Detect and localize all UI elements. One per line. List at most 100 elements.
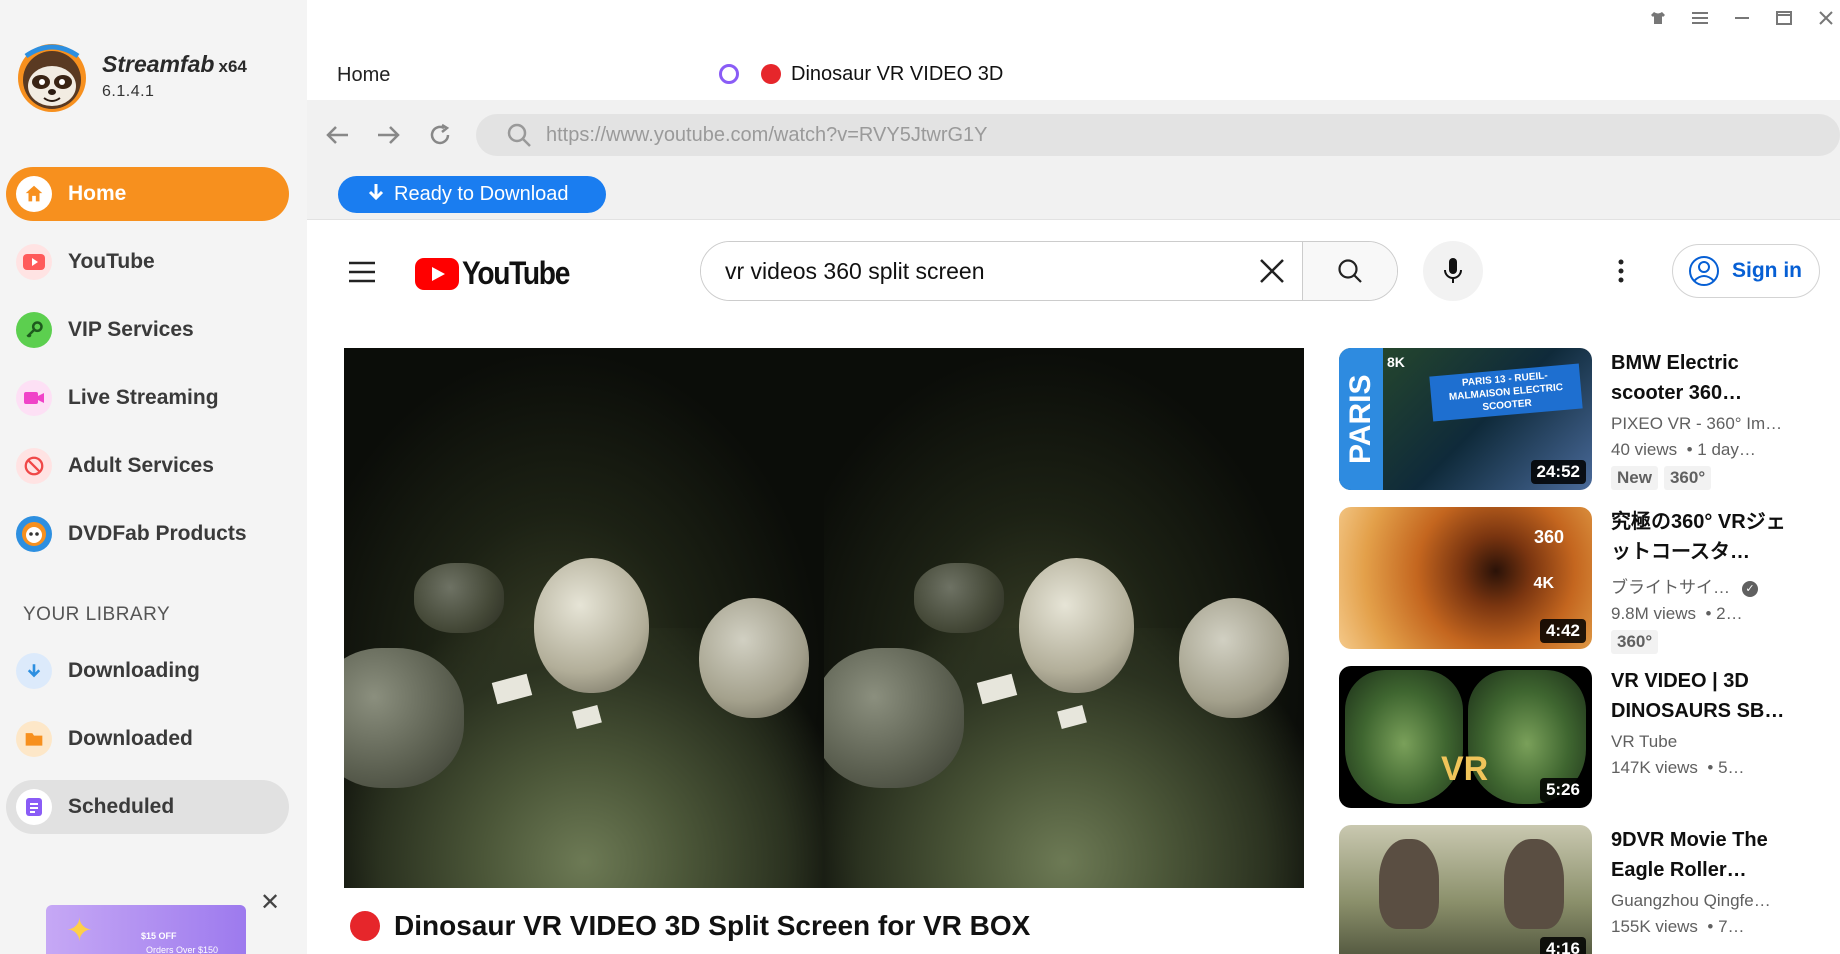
sidebar-item-home[interactable]: Home (6, 167, 289, 221)
sidebar-item-downloading[interactable]: Downloading (6, 644, 289, 698)
related-videos: PARIS 8K PARIS 13 - RUEIL-MALMAISON ELEC… (1339, 348, 1789, 954)
more-options-icon[interactable] (1617, 258, 1625, 289)
upload-age: 7… (1718, 917, 1745, 936)
youtube-search-input[interactable] (701, 242, 1242, 300)
video-duration: 4:16 (1539, 937, 1586, 954)
sidebar-item-label: DVDFab Products (68, 522, 247, 545)
youtube-logo[interactable]: YouTube (415, 255, 584, 292)
sidebar-item-live-streaming[interactable]: Live Streaming (6, 371, 289, 425)
promo-condition: Orders Over $150 (146, 945, 219, 954)
view-count: 9.8M views (1611, 604, 1697, 623)
channel-name: ブライトサイ… ✓ (1611, 573, 1786, 598)
upload-age: 1 day… (1697, 440, 1756, 459)
related-video-title: VR VIDEO | 3D DINOSAURS SB… (1611, 670, 1785, 722)
streamfab-window: Streamfab x64 6.1.4.1 Home YouTube VIP S… (0, 0, 1840, 954)
maximize-icon[interactable] (1774, 8, 1794, 28)
sidebar-item-label: Downloaded (68, 727, 193, 750)
thumb-vr-text: VR (1441, 750, 1489, 788)
sidebar-item-label: Scheduled (68, 795, 175, 818)
user-icon (1689, 256, 1719, 286)
related-video-item[interactable]: 360 4K 4:42 究極の360° VRジェットコースタ… ブライトサイ… ✓… (1339, 507, 1789, 666)
upload-age: 2… (1716, 604, 1743, 623)
sidebar-item-label: VIP Services (68, 318, 194, 341)
channel-name: PIXEO VR - 360° Im… (1611, 414, 1783, 433)
voice-search-button[interactable] (1423, 241, 1483, 301)
sidebar-item-vip-services[interactable]: VIP Services (6, 303, 289, 357)
thumb-res-text: 8K (1387, 354, 1405, 370)
related-video-item[interactable]: PARIS 8K PARIS 13 - RUEIL-MALMAISON ELEC… (1339, 348, 1789, 507)
search-icon (1338, 259, 1362, 283)
download-strip: Ready to Download (307, 170, 1840, 220)
upload-age: 5… (1718, 758, 1745, 777)
view-count: 40 views (1611, 440, 1678, 459)
related-video-item[interactable]: VR 5:26 VR VIDEO | 3D DINOSAURS SB… VR T… (1339, 666, 1789, 825)
sidebar-item-scheduled[interactable]: Scheduled (6, 780, 289, 834)
sidebar: Streamfab x64 6.1.4.1 Home YouTube VIP S… (0, 0, 307, 954)
youtube-search-button[interactable] (1302, 242, 1397, 300)
minimize-icon[interactable] (1732, 8, 1752, 28)
camera-icon (16, 380, 52, 416)
window-controls (1648, 8, 1840, 28)
library-heading: YOUR LIBRARY (23, 604, 171, 625)
sidebar-item-youtube[interactable]: YouTube (6, 235, 289, 289)
refresh-icon[interactable] (425, 120, 455, 150)
sign-in-button[interactable]: Sign in (1672, 244, 1820, 298)
view-count: 147K views (1611, 758, 1698, 777)
video-thumbnail: 4:16 (1339, 825, 1592, 954)
video-stats: 9.8M views • 2… (1611, 604, 1743, 623)
video-duration: 5:26 (1539, 778, 1586, 802)
url-text: https://www.youtube.com/watch?v=RVY5Jtwr… (546, 123, 988, 146)
address-bar[interactable]: https://www.youtube.com/watch?v=RVY5Jtwr… (476, 114, 1840, 156)
verified-icon: ✓ (1742, 581, 1758, 597)
video-stats: 147K views • 5… (1611, 758, 1745, 777)
search-icon (507, 123, 531, 147)
record-dot-icon (761, 64, 781, 84)
thumb-side-text: PARIS (1339, 348, 1383, 490)
badge: 360° (1611, 630, 1659, 654)
youtube-icon (16, 244, 52, 280)
tab-home[interactable]: Home (337, 64, 390, 87)
app-arch: x64 (218, 57, 247, 76)
promo-discount: $15 OFF (141, 931, 177, 941)
app-name: Streamfab (102, 51, 215, 77)
close-window-icon[interactable] (1816, 8, 1836, 28)
download-icon (16, 653, 52, 689)
youtube-search-box (700, 241, 1398, 301)
thumb-text-a: 360 (1533, 527, 1564, 547)
channel-name: Guangzhou Qingfe… (1611, 891, 1771, 910)
sidebar-item-label: Live Streaming (68, 386, 219, 409)
tab-video[interactable]: Dinosaur VR VIDEO 3D (697, 48, 1060, 100)
video-thumbnail: 360 4K 4:42 (1339, 507, 1592, 649)
related-video-item[interactable]: 4:16 9DVR Movie The Eagle Roller… Guangz… (1339, 825, 1789, 954)
promo-banner[interactable]: ✦ $15 OFF Orders Over $150 (46, 905, 246, 954)
close-promo-icon[interactable]: ✕ (260, 888, 280, 917)
video-title-text: Dinosaur VR VIDEO 3D Split Screen for VR… (394, 910, 1031, 941)
back-arrow-icon[interactable] (323, 120, 353, 150)
menu-icon[interactable] (1690, 8, 1710, 28)
main-nav: Home YouTube VIP Services Live Streaming (6, 167, 289, 575)
download-button-label: Ready to Download (394, 183, 569, 205)
video-player[interactable] (344, 348, 1304, 888)
browser-toolbar: https://www.youtube.com/watch?v=RVY5Jtwr… (307, 100, 1840, 170)
home-icon (16, 176, 52, 212)
adult-icon (16, 448, 52, 484)
tab-title: Dinosaur VR VIDEO 3D (791, 62, 1004, 85)
folder-icon (16, 721, 52, 757)
ready-to-download-button[interactable]: Ready to Download (338, 176, 606, 213)
video-stats: 155K views • 7… (1611, 917, 1745, 936)
sidebar-item-label: Adult Services (68, 454, 214, 477)
clear-search-icon[interactable] (1242, 242, 1302, 300)
shirt-icon[interactable] (1648, 8, 1668, 28)
forward-arrow-icon[interactable] (373, 120, 403, 150)
sidebar-item-downloaded[interactable]: Downloaded (6, 712, 289, 766)
sidebar-item-label: YouTube (68, 250, 155, 273)
tab-bar: Home Dinosaur VR VIDEO 3D (307, 48, 1840, 100)
related-video-title: 究極の360° VRジェットコースタ… (1611, 511, 1786, 563)
view-count: 155K views (1611, 917, 1698, 936)
sidebar-item-dvdfab-products[interactable]: DVDFab Products (6, 507, 289, 561)
sidebar-item-adult-services[interactable]: Adult Services (6, 439, 289, 493)
hamburger-menu-icon[interactable] (347, 260, 377, 289)
badge: 360° (1663, 466, 1712, 490)
youtube-page: YouTube Sign in (307, 220, 1840, 954)
vr-left-view (344, 348, 824, 888)
